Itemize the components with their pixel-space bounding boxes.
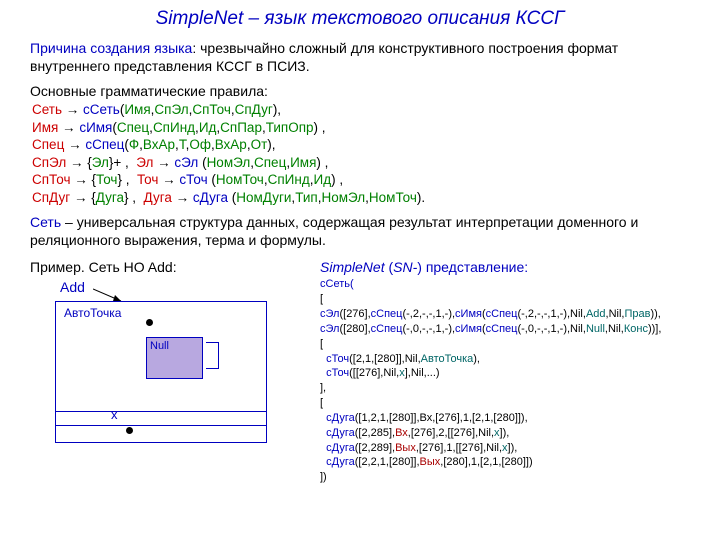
reason-paragraph: Причина создания языка: чрезвычайно слож… [30, 40, 690, 75]
h-line [56, 411, 266, 412]
x-dot [126, 427, 133, 434]
page-title: SimpleNet – язык текстового описания КСС… [30, 8, 690, 30]
null-box: Null [146, 337, 203, 379]
title-rest: – язык текстового описания КССГ [243, 8, 564, 29]
sn-heading: SimpleNet (SN-) представление: [320, 259, 690, 275]
net-explanation: Сеть – универсальная структура данных, с… [30, 214, 690, 249]
grammar-block: Сеть → сСеть(Имя,СпЭл,СпТоч,СпДуг), Имя … [30, 101, 690, 206]
grammar-rule: СпТоч → {Точ} , Точ → сТоч (НомТоч,СпИнд… [32, 171, 690, 189]
arc-line [206, 342, 219, 369]
rules-heading: Основные грамматические правила: [30, 83, 690, 99]
grammar-rule: Сеть → сСеть(Имя,СпЭл,СпТоч,СпДуг), [32, 101, 690, 119]
outer-box: АвтоТочка Null x [55, 301, 267, 443]
grammar-rule: СпДуг → {Дуга} , Дуга → сДуга (НомДуги,Т… [32, 189, 690, 207]
h-line [56, 425, 266, 426]
x-label: x [111, 407, 118, 422]
grammar-rule: Спец → сСпец(Ф,ВхАр,Т,Оф,ВхАр,От), [32, 136, 690, 154]
title-prefix: SimpleNet [156, 8, 244, 29]
code-listing: сСеть( [ сЭл([276],сСпец(-,2,-,-,1,-),сИ… [320, 277, 690, 485]
add-label: Add [60, 279, 85, 295]
auto-dot [146, 319, 153, 326]
null-label: Null [150, 340, 202, 352]
auto-label: АвтоТочка [64, 306, 121, 320]
grammar-rule: Имя → сИмя(Спец,СпИнд,Ид,СпПар,ТипОпр) , [32, 119, 690, 137]
example-heading: Пример. Сеть HO Add: [30, 259, 310, 275]
diagram: Add АвтоТочка Null x [30, 279, 290, 464]
reason-label: Причина создания языка [30, 40, 192, 56]
grammar-rule: СпЭл → {Эл}+ , Эл → сЭл (НомЭл,Спец,Имя)… [32, 154, 690, 172]
